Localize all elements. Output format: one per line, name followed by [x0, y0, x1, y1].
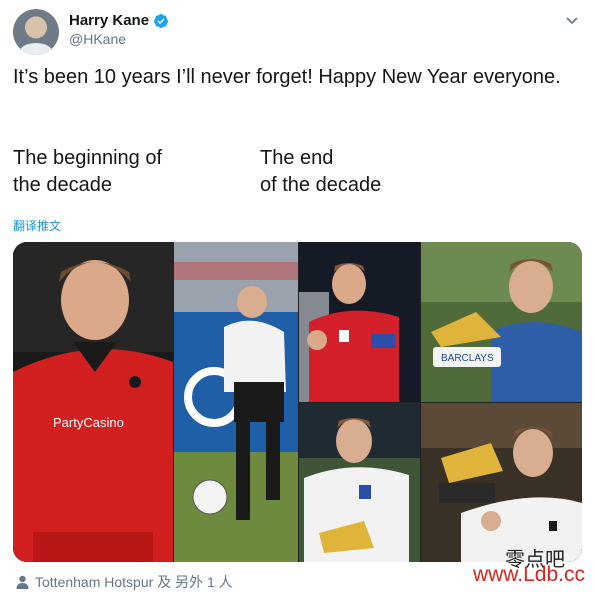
barclays-sign-text: BARCLAYS	[441, 353, 494, 364]
tweet-left-caption: The beginning of the decade	[13, 147, 163, 196]
watermark-chinese: 零点吧	[505, 547, 565, 571]
user-handle[interactable]: @HKane	[69, 31, 126, 47]
photo-red-kit[interactable]: PartyCasino	[13, 242, 173, 562]
chevron-down-icon[interactable]	[565, 13, 579, 27]
photo-england-white[interactable]	[299, 403, 420, 562]
england-red-image	[299, 242, 420, 402]
verified-badge-icon	[154, 13, 169, 28]
shirt-sponsor-text: PartyCasino	[53, 415, 124, 430]
watermark: 零点吧 www.Ldb.cc	[473, 547, 585, 587]
display-name[interactable]: Harry Kane	[69, 12, 149, 29]
person-icon	[16, 575, 29, 589]
translate-tweet-link[interactable]: 翻译推文	[13, 217, 61, 234]
red-kit-player-image: PartyCasino	[13, 242, 173, 562]
tagged-users-text[interactable]: Tottenham Hotspur 及 另外 1 人	[35, 572, 233, 592]
tottenham-golden-boot-image	[421, 403, 582, 562]
photo-golden-boot-barclays[interactable]: BARCLAYS	[421, 242, 582, 402]
white-kit-player-image	[174, 242, 298, 562]
photo-england-red[interactable]	[299, 242, 420, 402]
author-name-row[interactable]: Harry Kane	[69, 12, 169, 29]
photo-white-kit[interactable]	[174, 242, 298, 562]
photo-tottenham-golden-boot[interactable]	[421, 403, 582, 562]
tweet-text: It’s been 10 years I’ll never forget! Ha…	[13, 66, 561, 88]
tweet-media[interactable]: PartyCasino BARCLAYS	[13, 242, 582, 562]
tagged-users[interactable]: Tottenham Hotspur 及 另外 1 人	[16, 572, 233, 592]
avatar[interactable]	[13, 9, 59, 55]
golden-boot-barclays-image: BARCLAYS	[421, 242, 582, 402]
england-white-image	[299, 403, 420, 562]
tweet-right-caption: The end of the decade	[260, 147, 382, 196]
